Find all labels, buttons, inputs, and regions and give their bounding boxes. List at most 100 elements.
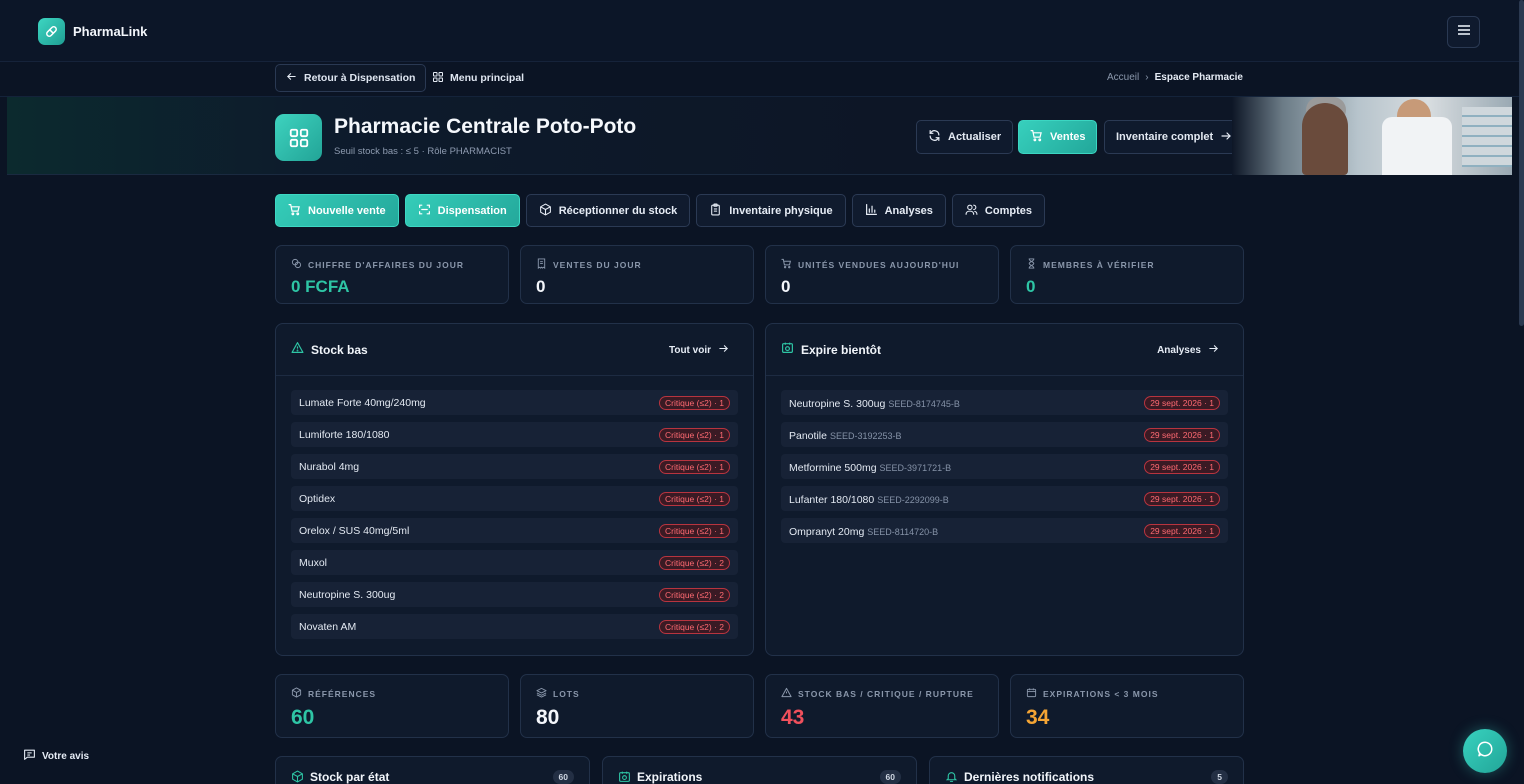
list-item[interactable]: Neutropine S. 300ug SEED-8174745-B 29 sept… — [781, 390, 1228, 415]
list-item[interactable]: Lumate Forte 40mg/240mg Critique (≤2) · 1 — [291, 390, 738, 415]
kpi-members-to-verify: MEMBRES À VÉRIFIER 0 — [1010, 245, 1244, 304]
breadcrumb-current: Espace Pharmacie — [1154, 72, 1243, 83]
card-title: Stock par état — [310, 770, 390, 784]
lot-code: SEED-2292099-B — [877, 494, 949, 505]
kpi-label: VENTES DU JOUR — [553, 259, 642, 270]
box-icon — [291, 687, 302, 700]
critical-badge: Critique (≤2) · 2 — [659, 555, 730, 570]
kpi-daily-sales: VENTES DU JOUR 0 — [520, 245, 754, 304]
grid-icon — [432, 71, 444, 86]
count-badge: 5 — [1211, 770, 1228, 784]
brand[interactable]: PharmaLink — [38, 18, 147, 45]
dispensation-button[interactable]: Dispensation — [404, 194, 520, 227]
hamburger-icon — [1457, 23, 1471, 41]
receive-stock-button[interactable]: Réceptionner du stock — [525, 194, 691, 227]
item-name: Nurabol 4mg — [299, 460, 360, 473]
kpi-value: 0 — [536, 277, 546, 296]
list-item[interactable]: Ompranyt 20mg SEED-8114720-B 29 sept. 2026… — [781, 518, 1228, 543]
item-name: Optidex — [299, 492, 336, 505]
kpi-label: EXPIRATIONS < 3 MOIS — [1043, 688, 1159, 699]
item-name: Neutropine S. 300ug — [789, 397, 886, 410]
layers-icon — [536, 687, 547, 700]
critical-badge: Critique (≤2) · 2 — [659, 619, 730, 634]
analytics-link-label: Analyses — [1157, 344, 1201, 356]
coins-icon — [291, 258, 302, 271]
analytics-button[interactable]: Analyses — [851, 194, 946, 227]
page-subtitle: Seuil stock bas : ≤ 5 · Rôle PHARMACIST — [334, 146, 512, 157]
expiry-badge: 29 sept. 2026 · 1 — [1144, 459, 1220, 474]
analytics-label: Analyses — [884, 204, 933, 217]
list-item[interactable]: Novaten AM Critique (≤2) · 2 — [291, 614, 738, 639]
item-name: Orelox / SUS 40mg/5ml — [299, 524, 410, 537]
chat-bubble-icon — [1476, 740, 1494, 763]
analytics-link[interactable]: Analyses — [1157, 343, 1219, 357]
back-to-dispensation-button[interactable]: Retour à Dispensation — [275, 64, 427, 92]
receipt-icon — [536, 258, 547, 271]
bell-icon — [945, 770, 958, 784]
kpi-label: STOCK BAS / CRITIQUE / RUPTURE — [798, 688, 974, 699]
back-label: Retour à Dispensation — [304, 72, 416, 84]
sub-navbar: Retour à Dispensation Menu principal Acc… — [0, 62, 1524, 97]
page-title: Pharmacie Centrale Poto-Poto — [334, 115, 637, 138]
refresh-label: Actualiser — [948, 131, 1002, 143]
kpi-low-stock: STOCK BAS / CRITIQUE / RUPTURE 43 — [765, 674, 999, 738]
count-badge: 60 — [552, 770, 574, 784]
kpi-expirations: EXPIRATIONS < 3 MOIS 34 — [1010, 674, 1244, 738]
item-name: Lufanter 180/1080 — [789, 493, 875, 506]
full-inventory-label: Inventaire complet — [1116, 131, 1214, 143]
accounts-label: Comptes — [984, 204, 1032, 217]
physical-inventory-button[interactable]: Inventaire physique — [696, 194, 846, 227]
arrow-left-icon — [286, 71, 297, 85]
list-item[interactable]: Orelox / SUS 40mg/5ml Critique (≤2) · 1 — [291, 518, 738, 543]
warning-icon — [291, 341, 304, 359]
sales-label: Ventes — [1050, 131, 1086, 143]
breadcrumb-home[interactable]: Accueil — [1107, 72, 1139, 83]
kpi-value: 43 — [781, 706, 805, 729]
list-item[interactable]: Panotile SEED-3192253-B 29 sept. 2026 · 1 — [781, 422, 1228, 447]
full-inventory-button[interactable]: Inventaire complet — [1104, 120, 1245, 154]
expirations-card: Expirations 60 — [602, 756, 917, 784]
refresh-button[interactable]: Actualiser — [916, 120, 1014, 154]
critical-badge: Critique (≤2) · 1 — [659, 427, 730, 442]
hamburger-menu-button[interactable] — [1447, 16, 1480, 48]
scrollbar-thumb[interactable] — [1519, 0, 1524, 326]
critical-badge: Critique (≤2) · 1 — [659, 491, 730, 506]
top-navbar: PharmaLink — [0, 0, 1524, 62]
new-sale-button[interactable]: Nouvelle vente — [275, 194, 399, 227]
panel-title: Expire bientôt — [801, 342, 882, 357]
main-menu-link[interactable]: Menu principal — [432, 64, 524, 92]
latest-notifications-card: Dernières notifications 5 — [929, 756, 1244, 784]
list-item[interactable]: Muxol Critique (≤2) · 2 — [291, 550, 738, 575]
box-icon — [291, 770, 304, 784]
item-name: Lumiforte 180/1080 — [299, 428, 390, 441]
kpi-label: UNITÉS VENDUES AUJOURD'HUI — [798, 259, 960, 270]
low-stock-panel: Stock bas Tout voir Lumate Forte 40mg/24… — [275, 323, 754, 656]
brand-name: PharmaLink — [73, 24, 148, 39]
kpi-label: CHIFFRE D'AFFAIRES DU JOUR — [308, 259, 464, 270]
kpi-label: RÉFÉRENCES — [308, 688, 377, 699]
kpi-value: 0 — [781, 277, 791, 296]
accounts-button[interactable]: Comptes — [951, 194, 1045, 227]
list-item[interactable]: Neutropine S. 300ug Critique (≤2) · 2 — [291, 582, 738, 607]
expiry-badge: 29 sept. 2026 · 1 — [1144, 395, 1220, 410]
sales-button[interactable]: Ventes — [1018, 120, 1098, 154]
list-item[interactable]: Lufanter 180/1080 SEED-2292099-B 29 sept. … — [781, 486, 1228, 511]
list-item[interactable]: Lumiforte 180/1080 Critique (≤2) · 1 — [291, 422, 738, 447]
see-all-link[interactable]: Tout voir — [669, 343, 729, 357]
list-item[interactable]: Optidex Critique (≤2) · 1 — [291, 486, 738, 511]
chat-button[interactable] — [1463, 729, 1507, 773]
item-name: Neutropine S. 300ug — [299, 588, 396, 601]
kpi-label: LOTS — [553, 688, 580, 699]
kpi-value: 60 — [291, 706, 315, 729]
quick-actions: Nouvelle vente Dispensation Réceptionner… — [275, 194, 1045, 227]
expiry-badge: 29 sept. 2026 · 1 — [1144, 427, 1220, 442]
calendar-clock-icon — [618, 770, 631, 784]
list-item[interactable]: Metformine 500mg SEED-3971721-B 29 sept. 2… — [781, 454, 1228, 479]
feedback-button[interactable]: Votre avis — [23, 748, 89, 764]
critical-badge: Critique (≤2) · 1 — [659, 459, 730, 474]
warning-icon — [781, 687, 792, 700]
refresh-icon — [928, 129, 941, 145]
kpi-value: 80 — [536, 706, 560, 729]
cart-icon — [288, 203, 301, 219]
list-item[interactable]: Nurabol 4mg Critique (≤2) · 1 — [291, 454, 738, 479]
